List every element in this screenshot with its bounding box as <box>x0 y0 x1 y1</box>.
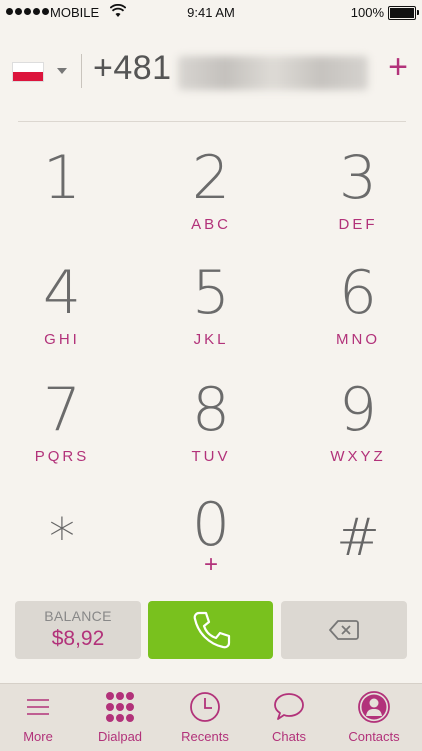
key-letters: + <box>203 551 218 578</box>
key-digit: 6 <box>338 258 378 328</box>
tab-label: Recents <box>181 729 229 744</box>
key-5[interactable]: 5 JKL <box>151 263 271 363</box>
key-digit: 8 <box>191 375 231 445</box>
phone-icon <box>193 611 231 649</box>
key-letters: JKL <box>193 331 229 348</box>
tab-contacts[interactable]: Contacts <box>332 684 416 751</box>
key-letters: PQRS <box>34 448 90 465</box>
blurred-number-digits <box>178 56 368 90</box>
key-1[interactable]: 1 <box>2 148 122 248</box>
key-3[interactable]: 3 DEF <box>298 148 418 248</box>
tab-label: More <box>23 729 53 744</box>
balance-button[interactable]: BALANCE $8,92 <box>15 601 141 659</box>
key-8[interactable]: 8 TUV <box>151 380 271 480</box>
key-digit: 5 <box>191 258 231 328</box>
balance-label: BALANCE <box>44 608 112 624</box>
tab-more[interactable]: More <box>0 684 80 751</box>
tab-dialpad[interactable]: Dialpad <box>78 684 162 751</box>
key-2[interactable]: 2 ABC <box>151 148 271 248</box>
backspace-button[interactable] <box>281 601 407 659</box>
tab-recents[interactable]: Recents <box>163 684 247 751</box>
key-letters: DEF <box>338 216 378 233</box>
battery-percent: 100% <box>350 5 384 20</box>
chevron-down-icon[interactable] <box>57 68 67 74</box>
dialpad-icon <box>106 692 134 722</box>
separator <box>18 121 406 122</box>
number-entry-row: +481 + <box>0 40 422 100</box>
key-star[interactable]: * <box>2 508 122 608</box>
clock-icon <box>190 692 220 722</box>
key-digit: * <box>49 508 75 568</box>
key-6[interactable]: 6 MNO <box>298 263 418 363</box>
status-bar: MOBILE 9:41 AM 100% <box>0 0 422 26</box>
key-hash[interactable]: # <box>298 508 418 608</box>
phone-number-field[interactable]: +481 <box>93 49 172 88</box>
key-digit: # <box>336 508 380 568</box>
key-0[interactable]: 0 + <box>151 495 271 595</box>
key-letters: WXYZ <box>330 448 386 465</box>
key-digit: 1 <box>42 143 82 213</box>
menu-icon <box>27 699 49 715</box>
contact-icon <box>358 691 390 723</box>
key-letters: MNO <box>336 331 380 348</box>
poland-flag-icon[interactable] <box>12 62 44 82</box>
key-7[interactable]: 7 PQRS <box>2 380 122 480</box>
add-contact-button[interactable]: + <box>384 50 412 84</box>
key-digit: 2 <box>191 143 231 213</box>
key-letters: GHI <box>44 331 80 348</box>
tab-chats[interactable]: Chats <box>247 684 331 751</box>
key-letters: ABC <box>191 216 231 233</box>
battery-icon <box>388 6 419 20</box>
tab-bar: More Dialpad Recents Chats Contacts <box>0 683 422 751</box>
key-digit: 9 <box>338 375 378 445</box>
key-digit: 7 <box>42 375 82 445</box>
tab-label: Contacts <box>348 729 400 744</box>
key-4[interactable]: 4 GHI <box>2 263 122 363</box>
key-digit: 3 <box>338 143 378 213</box>
key-digit: 4 <box>42 258 82 328</box>
balance-value: $8,92 <box>51 627 105 650</box>
tab-label: Dialpad <box>97 729 143 744</box>
chat-bubble-icon <box>274 693 304 720</box>
key-letters: TUV <box>191 448 231 465</box>
backspace-icon <box>329 620 359 640</box>
key-digit: 0 <box>191 490 231 560</box>
divider <box>81 54 82 88</box>
call-button[interactable] <box>148 601 273 659</box>
tab-label: Chats <box>272 729 306 744</box>
key-9[interactable]: 9 WXYZ <box>298 380 418 480</box>
